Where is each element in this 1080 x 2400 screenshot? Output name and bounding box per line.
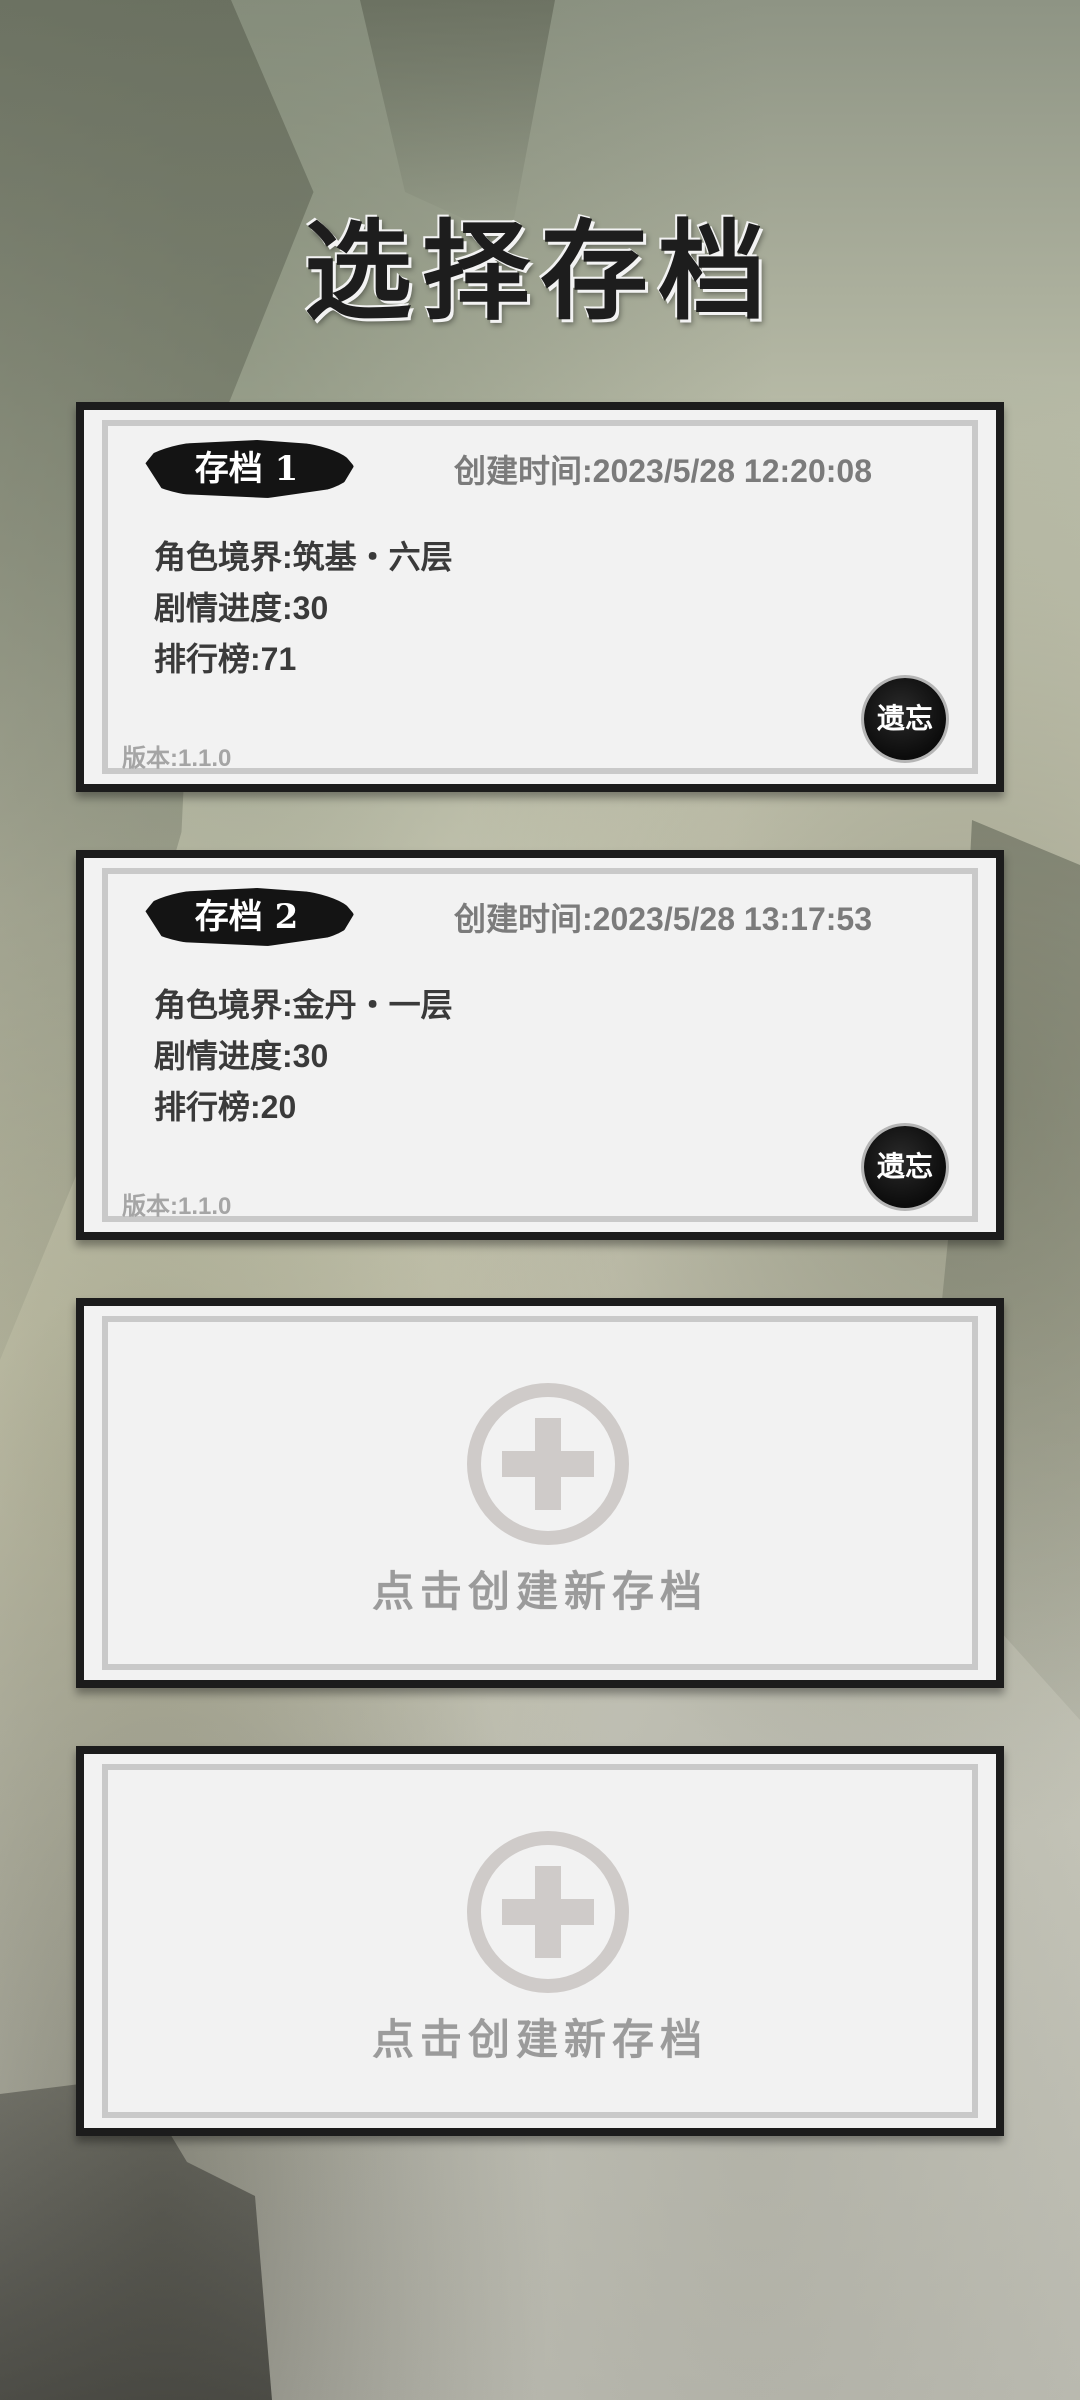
create-save-label: 点击创建新存档 [371, 1567, 708, 1616]
create-save-slot-4[interactable]: 点击创建新存档 [76, 1746, 1004, 2136]
create-save-label: 点击创建新存档 [371, 2015, 708, 2064]
forget-button[interactable]: 遗忘 [864, 1126, 946, 1208]
plus-circle-icon [467, 1383, 629, 1545]
story-progress: 剧情进度:30 [154, 1038, 329, 1074]
save-select-screen: 选择存档 存档 1 创建时间:2023/5/28 12:20:08 角色境界:筑… [0, 0, 1080, 2400]
create-save-slot-3[interactable]: 点击创建新存档 [76, 1298, 1004, 1688]
plus-circle-icon [467, 1831, 629, 1993]
created-time: 创建时间:2023/5/28 13:17:53 [454, 901, 873, 937]
page-title: 选择存档 [303, 209, 776, 335]
created-time: 创建时间:2023/5/28 12:20:08 [454, 453, 873, 489]
forget-button[interactable]: 遗忘 [864, 678, 946, 760]
save-slot-badge: 存档 1 [145, 440, 354, 498]
ranking: 排行榜:20 [154, 1089, 297, 1125]
story-progress: 剧情进度:30 [154, 590, 329, 626]
version-label: 版本:1.1.0 [122, 1193, 232, 1220]
character-realm: 角色境界:金丹・一层 [154, 987, 453, 1023]
save-slot-2[interactable]: 存档 2 创建时间:2023/5/28 13:17:53 角色境界:金丹・一层 … [76, 850, 1004, 1240]
save-slot-1[interactable]: 存档 1 创建时间:2023/5/28 12:20:08 角色境界:筑基・六层 … [76, 402, 1004, 792]
character-realm: 角色境界:筑基・六层 [154, 539, 453, 575]
ranking: 排行榜:71 [154, 641, 297, 677]
save-slot-badge: 存档 2 [145, 888, 354, 946]
version-label: 版本:1.1.0 [122, 745, 232, 772]
